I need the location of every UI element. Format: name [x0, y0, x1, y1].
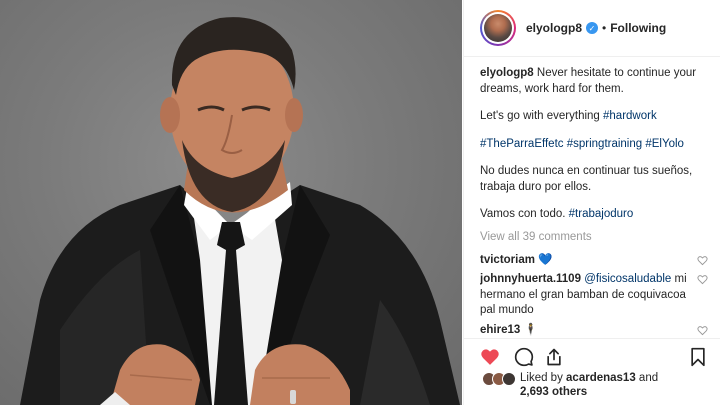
header-username[interactable]: elyologp8 [526, 21, 582, 35]
header-separator: • [602, 21, 607, 35]
likes-middle: and [635, 372, 659, 384]
heart-filled-icon[interactable] [480, 347, 500, 367]
post-side-panel: elyologp8 ✓ • Following elyologp8 Never … [463, 0, 720, 405]
comment-like-heart-icon[interactable] [697, 274, 708, 285]
likes-text: Liked by acardenas13 and 2,693 others [520, 371, 658, 399]
caption-paragraph-5: Vamos con todo. #trabajoduro [480, 207, 708, 223]
post-caption: elyologp8 Never hesitate to continue you… [480, 66, 708, 223]
comments-section[interactable]: elyologp8 Never hesitate to continue you… [480, 66, 708, 338]
post-header: elyologp8 ✓ • Following [464, 0, 720, 57]
comment-icon[interactable] [514, 347, 534, 367]
comment-like-heart-icon[interactable] [697, 325, 708, 336]
comment-username[interactable]: ehire13 [480, 324, 520, 336]
comment-username[interactable]: tvictoriam [480, 254, 535, 266]
post-actions-bar: Liked by acardenas13 and 2,693 others [464, 338, 720, 405]
likes-summary: Liked by acardenas13 and 2,693 others [482, 371, 658, 399]
liker-avatars [482, 372, 516, 386]
avatar[interactable] [502, 372, 516, 386]
comment-text: 💙 [538, 253, 553, 266]
view-all-comments-link[interactable]: View all 39 comments [480, 231, 708, 243]
likes-prefix: Liked by [520, 372, 567, 384]
comment-item: ehire13 🕴 [480, 323, 708, 339]
man-in-tuxedo-photo [20, 17, 460, 405]
post-photo[interactable] [0, 0, 462, 405]
hashtag-link[interactable]: #trabajoduro [569, 208, 634, 220]
caption-paragraph-4: No dudes nunca en continuar tus sueños, … [480, 165, 693, 193]
comment-like-heart-icon[interactable] [697, 255, 708, 266]
caption-username[interactable]: elyologp8 [480, 67, 534, 79]
liker-username[interactable]: acardenas13 [566, 372, 636, 384]
comment-text: 🕴 [520, 323, 538, 336]
caption-paragraph-2: Let's go with everything #hardwork [480, 109, 708, 125]
comment-mention[interactable]: @fisicosaludable [584, 273, 671, 285]
share-icon[interactable] [544, 347, 564, 367]
avatar [484, 14, 512, 42]
comment-item: tvictoriam 💙 [480, 253, 708, 269]
comment-username[interactable]: johnnyhuerta.1109 [480, 273, 581, 285]
bookmark-icon[interactable] [688, 347, 708, 367]
caption-text-2: Let's go with everything [480, 110, 604, 122]
caption-hashtags[interactable]: #TheParraEffetc #springtraining #ElYolo [480, 137, 708, 153]
hashtag-link[interactable]: #hardwork [603, 110, 657, 122]
verified-badge-icon: ✓ [586, 22, 599, 34]
likes-count[interactable]: 2,693 others [520, 386, 587, 398]
comment-item: johnnyhuerta.1109 @fisicosaludable mi he… [480, 272, 708, 319]
avatar-frame [482, 12, 514, 44]
following-button[interactable]: Following [610, 21, 666, 35]
story-avatar[interactable] [480, 10, 516, 46]
caption-text-5: Vamos con todo. [480, 208, 569, 220]
caption-paragraph-1: elyologp8 Never hesitate to continue you… [480, 66, 708, 97]
